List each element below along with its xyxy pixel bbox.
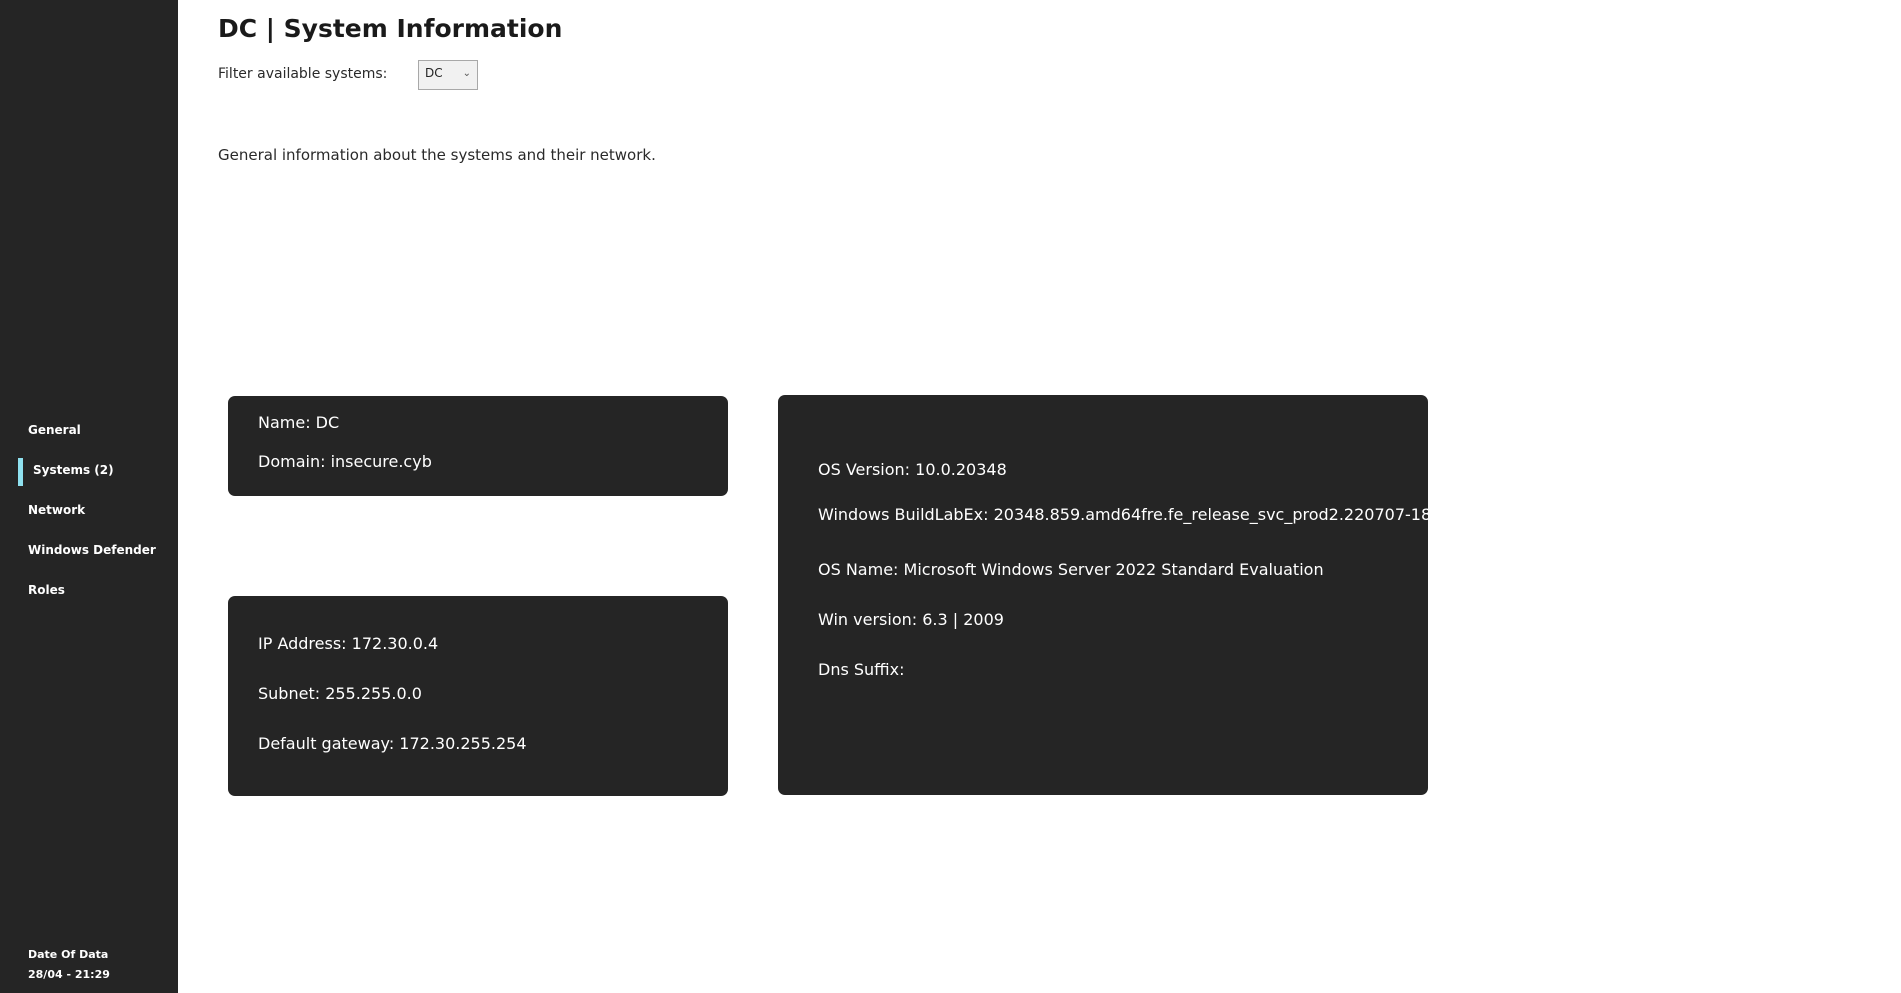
win-version: Win version: 6.3 | 2009 — [818, 610, 1004, 629]
os-name: OS Name: Microsoft Windows Server 2022 S… — [818, 560, 1324, 579]
sidebar-item-systems[interactable]: Systems (2) — [0, 450, 178, 490]
default-gateway: Default gateway: 172.30.255.254 — [258, 734, 527, 753]
system-identity-card: Name: DC Domain: insecure.cyb — [228, 396, 728, 496]
windows-buildlabex: Windows BuildLabEx: 20348.859.amd64fre.f… — [818, 505, 1452, 524]
date-of-data-value: 28/04 - 21:29 — [28, 968, 110, 981]
filter-label: Filter available systems: — [218, 66, 388, 82]
sidebar-item-network[interactable]: Network — [0, 490, 178, 530]
sidebar-item-windows-defender[interactable]: Windows Defender — [0, 530, 178, 570]
sidebar: General Systems (2) Network Windows Defe… — [0, 0, 178, 993]
date-of-data-label: Date Of Data — [28, 948, 109, 961]
sidebar-item-general[interactable]: General — [0, 410, 178, 450]
chevron-down-icon: ⌄ — [462, 68, 471, 79]
sidebar-item-roles[interactable]: Roles — [0, 570, 178, 610]
subnet: Subnet: 255.255.0.0 — [258, 684, 422, 703]
page-description: General information about the systems an… — [218, 146, 656, 164]
sidebar-nav: General Systems (2) Network Windows Defe… — [0, 410, 178, 610]
page-title: DC | System Information — [218, 14, 563, 43]
date-of-data: Date Of Data 28/04 - 21:29 — [28, 945, 110, 985]
dns-suffix: Dns Suffix: — [818, 660, 905, 679]
system-filter-select[interactable]: DC ⌄ — [418, 60, 478, 90]
os-version: OS Version: 10.0.20348 — [818, 460, 1007, 479]
os-info-card: OS Version: 10.0.20348 Windows BuildLabE… — [778, 395, 1452, 795]
system-filter-selected-value: DC — [425, 66, 443, 80]
system-domain: Domain: insecure.cyb — [258, 452, 432, 471]
system-name: Name: DC — [258, 413, 340, 432]
network-info-card: IP Address: 172.30.0.4 Subnet: 255.255.0… — [228, 596, 728, 796]
ip-address: IP Address: 172.30.0.4 — [258, 634, 439, 653]
